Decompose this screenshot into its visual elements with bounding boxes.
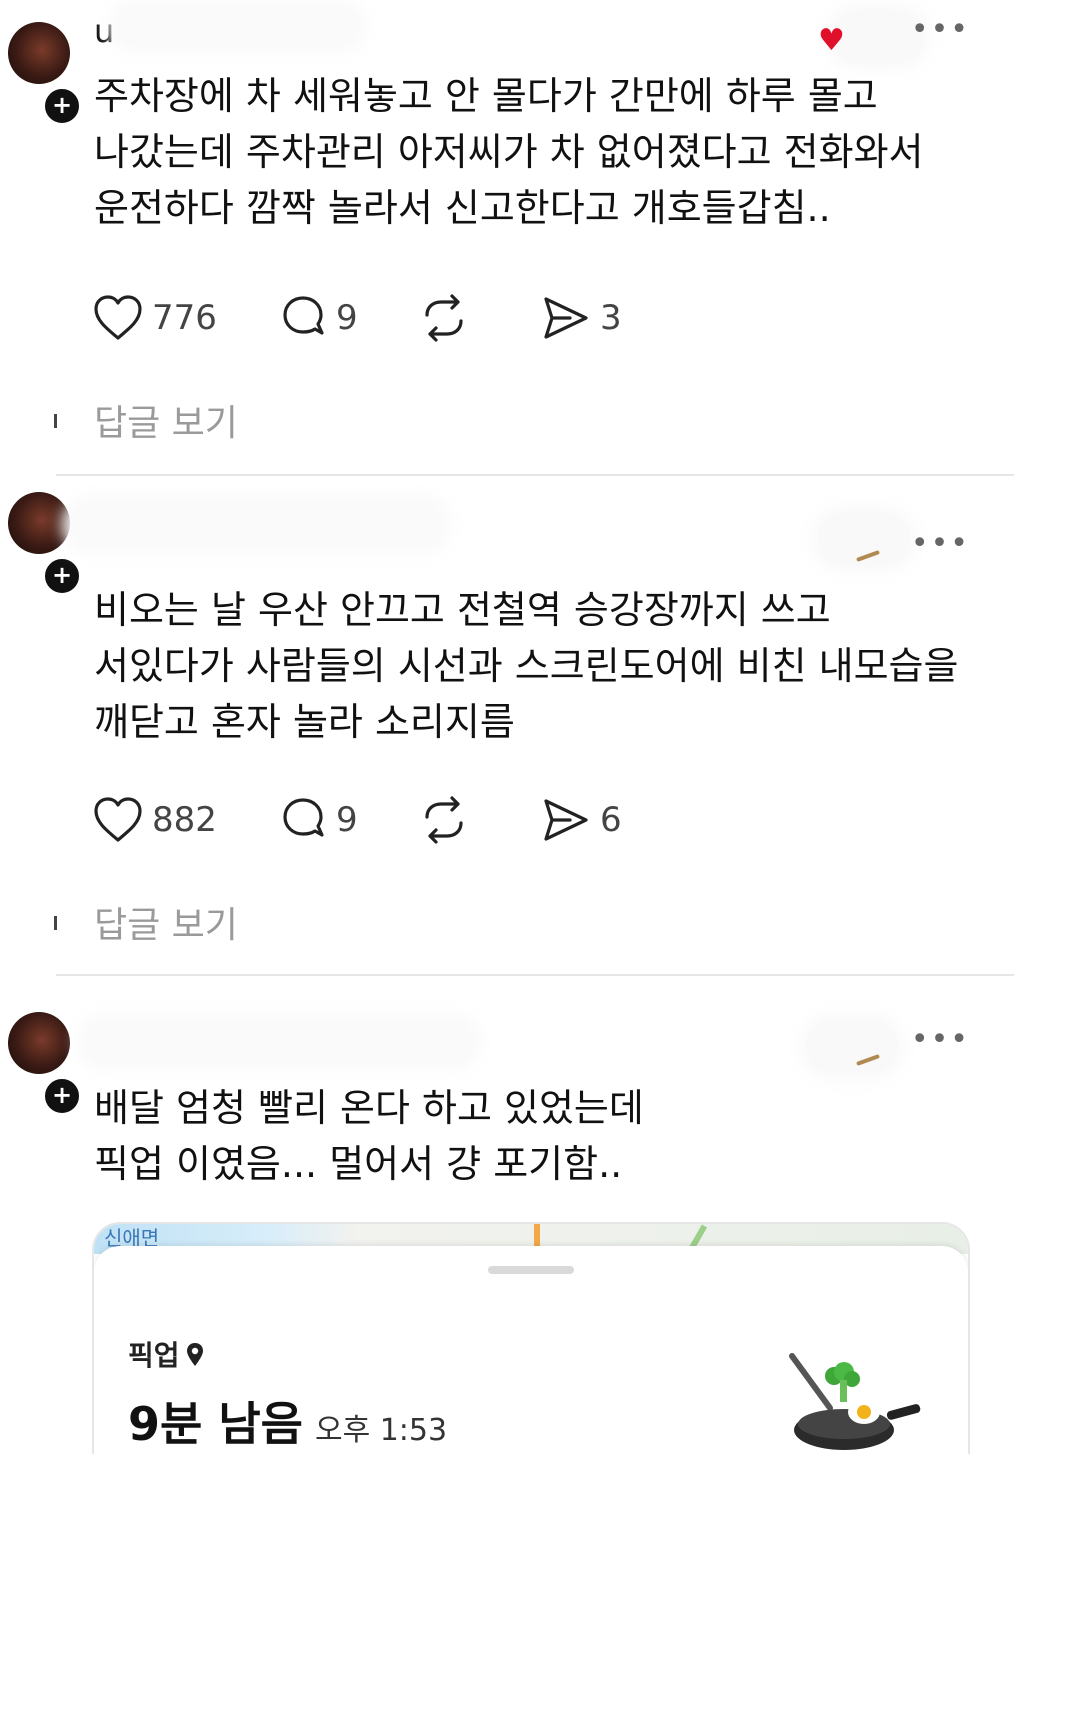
repost-icon	[425, 294, 463, 342]
post-text: 주차장에 차 세워놓고 안 몰다가 간만에 하루 몰고 나갔는데 주차관리 아저…	[94, 68, 994, 236]
avatar[interactable]	[8, 492, 70, 554]
view-replies-link[interactable]: 답글 보기	[94, 394, 238, 446]
username-redaction	[118, 8, 358, 44]
more-options-button[interactable]: •••	[911, 12, 970, 47]
thread-replies-page: + u ♥ ••• 주차장에 차 세워놓고 안 몰다가 간만에 하루 몰고 나갔…	[0, 0, 1080, 1720]
post-text-line: 비오는 날 우산 안끄고 전철역 승강장까지 쓰고	[94, 588, 831, 632]
comment-icon	[283, 296, 324, 335]
comment-button[interactable]: 9	[278, 288, 358, 348]
follow-plus-icon[interactable]: +	[42, 86, 82, 126]
post-text-line: 픽업 이였음... 멀어서 걍 포기함..	[94, 1142, 623, 1186]
heart-icon	[94, 797, 142, 842]
location-pin-icon	[186, 1343, 203, 1366]
follow-plus-icon[interactable]: +	[42, 556, 82, 596]
share-button[interactable]: 3	[540, 288, 622, 348]
follow-plus-icon[interactable]: +	[42, 1076, 82, 1116]
comment-button[interactable]: 9	[278, 790, 358, 850]
comment-count: 9	[336, 298, 358, 338]
thread-line	[54, 414, 57, 428]
profile-badge	[806, 1020, 898, 1074]
reply-post: + u ♥ ••• 주차장에 차 세워놓고 안 몰다가 간만에 하루 몰고 나갔…	[0, 0, 1080, 478]
post-text: 비오는 날 우산 안끄고 전철역 승강장까지 쓰고 서있다가 사람들의 시선과 …	[94, 582, 994, 750]
heart-sticker-icon: ♥	[818, 23, 845, 58]
send-icon	[544, 799, 588, 841]
pickup-label-row: 픽업	[128, 1334, 206, 1374]
heart-icon	[94, 295, 142, 340]
like-button[interactable]: 776	[92, 288, 217, 348]
repost-icon	[425, 796, 463, 844]
send-icon	[544, 297, 588, 339]
divider	[56, 974, 1014, 976]
frying-pan-icon	[789, 1353, 921, 1450]
pickup-label: 픽업	[128, 1339, 180, 1372]
eta-row: 9분 남음 오후 1:53	[128, 1388, 447, 1454]
share-count: 6	[600, 800, 622, 840]
attached-screenshot[interactable]: 신애면 픽업 9분 남음 오후 1:53	[92, 1222, 970, 1454]
reply-post: + ••• 배달 엄청 빨리 온다 하고 있었는데 픽업 이였음... 멀어서 …	[0, 992, 1080, 1454]
avatar[interactable]	[8, 1012, 70, 1074]
share-count: 3	[600, 298, 622, 338]
repost-button[interactable]	[418, 288, 478, 348]
more-options-button[interactable]: •••	[911, 526, 970, 561]
like-count: 882	[152, 800, 217, 840]
delivery-status-sheet: 픽업 9분 남음 오후 1:53	[94, 1246, 968, 1454]
view-replies-link[interactable]: 답글 보기	[94, 896, 238, 948]
username-redaction	[86, 1022, 472, 1062]
sheet-drag-handle[interactable]	[488, 1266, 574, 1274]
username[interactable]: u	[94, 12, 115, 50]
like-button[interactable]: 882	[92, 790, 217, 850]
comment-count: 9	[336, 800, 358, 840]
username-redaction	[72, 504, 442, 546]
post-text-line: 배달 엄청 빨리 온다 하고 있었는데	[94, 1086, 644, 1130]
post-text-line: 주차장에 차 세워놓고 안 몰다가 간만에 하루 몰고	[94, 74, 878, 118]
eta-remaining: 9분 남음	[128, 1397, 303, 1451]
reply-post: + ••• 비오는 날 우산 안끄고 전철역 승강장까지 쓰고 서있다가 사람들…	[0, 478, 1080, 992]
post-text-line: 깨닫고 혼자 놀라 소리지름	[94, 700, 515, 744]
like-count: 776	[152, 298, 217, 338]
post-text-line: 나갔는데 주차관리 아저씨가 차 없어졌다고 전화와서	[94, 130, 924, 174]
thread-line	[54, 916, 57, 930]
share-button[interactable]: 6	[540, 790, 622, 850]
divider	[56, 474, 1014, 476]
avatar[interactable]	[8, 22, 70, 84]
post-text: 배달 엄청 빨리 온다 하고 있었는데 픽업 이였음... 멀어서 걍 포기함.…	[94, 1080, 994, 1192]
post-text-line: 서있다가 사람들의 시선과 스크린도어에 비친 내모습을	[94, 644, 959, 688]
repost-button[interactable]	[418, 790, 478, 850]
more-options-button[interactable]: •••	[911, 1022, 970, 1057]
post-text-line: 운전하다 깜짝 놀라서 신고한다고 개호들갑침..	[94, 186, 831, 230]
comment-icon	[283, 798, 324, 837]
eta-clock-time: 오후 1:53	[314, 1413, 448, 1448]
